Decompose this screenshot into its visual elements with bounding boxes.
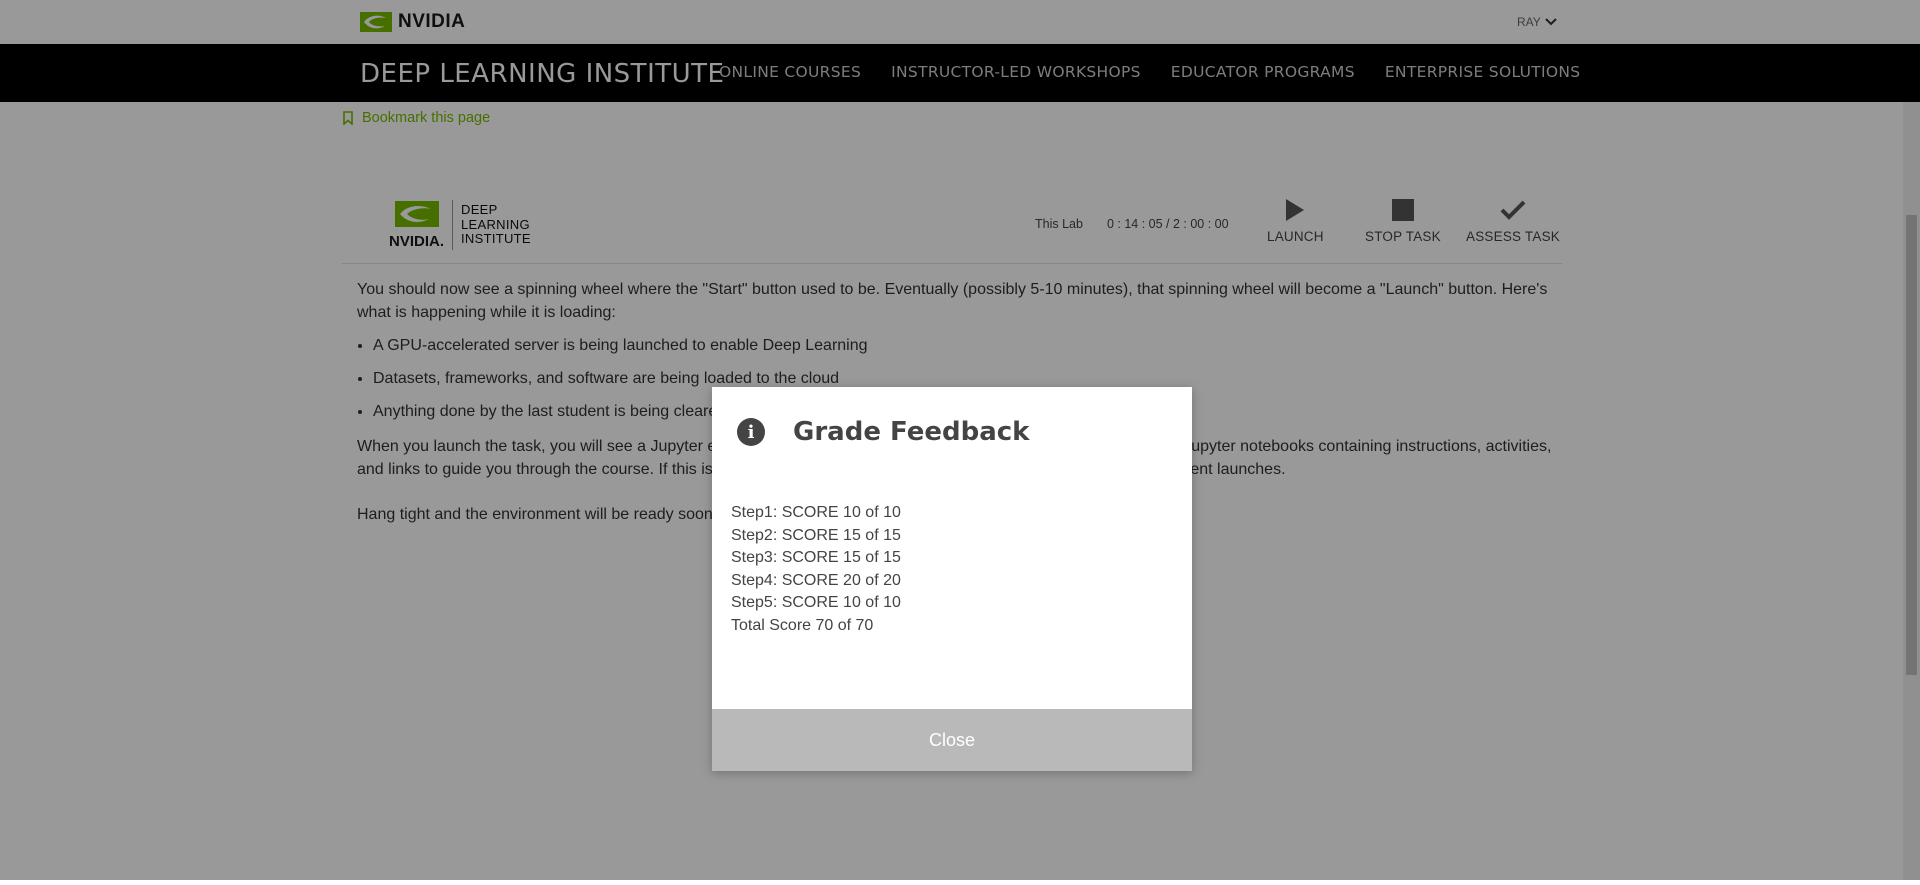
- close-button[interactable]: Close: [712, 709, 1192, 771]
- score-line-step4: Step4: SCORE 20 of 20: [731, 571, 901, 589]
- dialog-header: i Grade Feedback: [737, 417, 1029, 447]
- info-icon: i: [737, 418, 765, 446]
- close-button-label: Close: [928, 729, 976, 750]
- dialog-body: Step1: SCORE 10 of 10 Step2: SCORE 15 of…: [731, 502, 901, 637]
- score-line-step5: Step5: SCORE 10 of 10: [731, 594, 901, 611]
- score-line-step1: Step1: SCORE 10 of 10: [731, 504, 901, 521]
- score-line-step3: Step3: SCORE 15 of 15: [731, 549, 901, 566]
- score-line-step2: Step2: SCORE 15 of 15: [731, 526, 901, 544]
- grade-feedback-dialog: i Grade Feedback Step1: SCORE 10 of 10 S…: [712, 387, 1192, 771]
- total-score-line: Total Score 70 of 70: [731, 616, 874, 634]
- dialog-title: Grade Feedback: [793, 417, 1030, 447]
